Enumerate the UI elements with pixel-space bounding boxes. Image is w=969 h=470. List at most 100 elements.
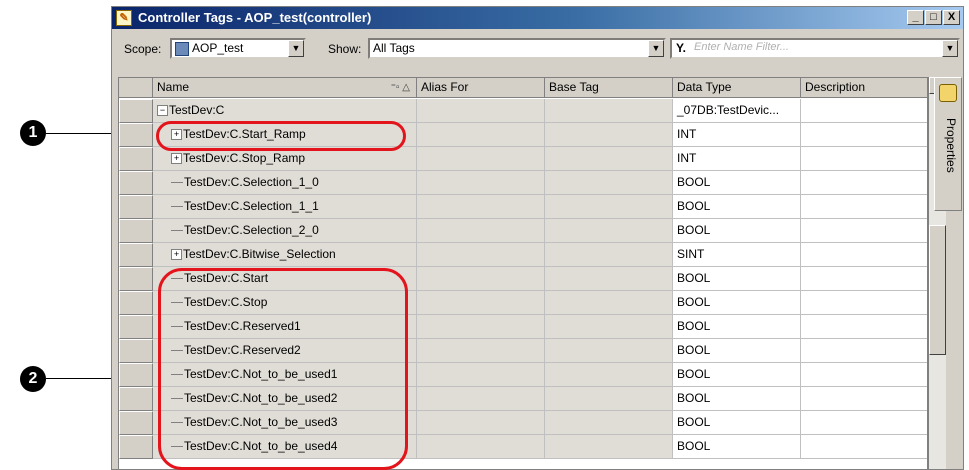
data-type-cell[interactable]: BOOL bbox=[673, 339, 801, 363]
description-cell[interactable] bbox=[801, 99, 927, 123]
description-cell[interactable] bbox=[801, 147, 927, 171]
alias-for-cell[interactable] bbox=[417, 267, 545, 291]
scroll-thumb[interactable] bbox=[929, 225, 946, 355]
description-cell[interactable] bbox=[801, 363, 927, 387]
base-tag-cell[interactable] bbox=[545, 123, 673, 147]
row-header[interactable] bbox=[119, 99, 153, 123]
base-tag-cell[interactable] bbox=[545, 363, 673, 387]
data-type-cell[interactable]: BOOL bbox=[673, 219, 801, 243]
data-type-cell[interactable]: BOOL bbox=[673, 291, 801, 315]
base-tag-cell[interactable] bbox=[545, 171, 673, 195]
tag-name-cell[interactable]: TestDev:C.Selection_1_1 bbox=[153, 195, 417, 219]
column-header-name[interactable]: Name ⁼▫ △ bbox=[153, 78, 417, 98]
base-tag-cell[interactable] bbox=[545, 99, 673, 123]
title-bar[interactable]: ✎ Controller Tags - AOP_test(controller)… bbox=[112, 7, 963, 29]
base-tag-cell[interactable] bbox=[545, 219, 673, 243]
column-header-base-tag[interactable]: Base Tag bbox=[545, 78, 673, 98]
row-header[interactable] bbox=[119, 363, 153, 387]
description-cell[interactable] bbox=[801, 267, 927, 291]
column-header-description[interactable]: Description bbox=[801, 78, 927, 98]
description-cell[interactable] bbox=[801, 219, 927, 243]
base-tag-cell[interactable] bbox=[545, 195, 673, 219]
row-header[interactable] bbox=[119, 123, 153, 147]
data-type-cell[interactable]: SINT bbox=[673, 243, 801, 267]
alias-for-cell[interactable] bbox=[417, 243, 545, 267]
base-tag-cell[interactable] bbox=[545, 243, 673, 267]
description-cell[interactable] bbox=[801, 243, 927, 267]
row-header[interactable] bbox=[119, 267, 153, 291]
data-type-cell[interactable]: BOOL bbox=[673, 315, 801, 339]
alias-for-cell[interactable] bbox=[417, 435, 545, 459]
alias-for-cell[interactable] bbox=[417, 363, 545, 387]
base-tag-cell[interactable] bbox=[545, 387, 673, 411]
tag-name-cell[interactable]: − TestDev:C bbox=[153, 99, 417, 123]
alias-for-cell[interactable] bbox=[417, 195, 545, 219]
row-header[interactable] bbox=[119, 435, 153, 459]
description-cell[interactable] bbox=[801, 339, 927, 363]
base-tag-cell[interactable] bbox=[545, 315, 673, 339]
base-tag-cell[interactable] bbox=[545, 267, 673, 291]
row-header[interactable] bbox=[119, 171, 153, 195]
base-tag-cell[interactable] bbox=[545, 291, 673, 315]
row-header[interactable] bbox=[119, 339, 153, 363]
name-filter-input[interactable]: Y. Enter Name Filter... ▼ bbox=[670, 38, 960, 59]
properties-tab[interactable]: Properties bbox=[934, 77, 962, 211]
tag-name-cell[interactable]: TestDev:C.Selection_2_0 bbox=[153, 219, 417, 243]
description-cell[interactable] bbox=[801, 291, 927, 315]
alias-for-cell[interactable] bbox=[417, 219, 545, 243]
collapse-icon[interactable]: − bbox=[157, 105, 168, 117]
description-cell[interactable] bbox=[801, 411, 927, 435]
data-type-cell[interactable]: INT bbox=[673, 147, 801, 171]
alias-for-cell[interactable] bbox=[417, 339, 545, 363]
data-type-cell[interactable]: INT bbox=[673, 123, 801, 147]
base-tag-cell[interactable] bbox=[545, 411, 673, 435]
base-tag-cell[interactable] bbox=[545, 435, 673, 459]
row-header[interactable] bbox=[119, 411, 153, 435]
description-cell[interactable] bbox=[801, 435, 927, 459]
row-header[interactable] bbox=[119, 195, 153, 219]
alias-for-cell[interactable] bbox=[417, 171, 545, 195]
chevron-down-icon[interactable]: ▼ bbox=[288, 40, 304, 57]
data-type-cell[interactable]: _07DB:TestDevic... bbox=[673, 99, 801, 123]
data-type-cell[interactable]: BOOL bbox=[673, 363, 801, 387]
chevron-down-icon[interactable]: ▼ bbox=[942, 40, 958, 57]
scope-select[interactable]: AOP_test ▼ bbox=[170, 38, 306, 59]
minimize-button[interactable]: _ bbox=[907, 10, 924, 25]
description-cell[interactable] bbox=[801, 171, 927, 195]
data-type-cell[interactable]: BOOL bbox=[673, 411, 801, 435]
column-header-alias-for[interactable]: Alias For bbox=[417, 78, 545, 98]
data-type-cell[interactable]: BOOL bbox=[673, 387, 801, 411]
base-tag-cell[interactable] bbox=[545, 339, 673, 363]
maximize-button[interactable]: □ bbox=[925, 10, 942, 25]
sort-icon[interactable]: ⁼▫ △ bbox=[391, 78, 410, 97]
description-cell[interactable] bbox=[801, 315, 927, 339]
tag-name-cell[interactable]: + TestDev:C.Bitwise_Selection bbox=[153, 243, 417, 267]
row-header[interactable] bbox=[119, 243, 153, 267]
tag-name-cell[interactable]: TestDev:C.Selection_1_0 bbox=[153, 171, 417, 195]
data-type-cell[interactable]: BOOL bbox=[673, 267, 801, 291]
show-select[interactable]: All Tags ▼ bbox=[368, 38, 666, 59]
alias-for-cell[interactable] bbox=[417, 99, 545, 123]
base-tag-cell[interactable] bbox=[545, 147, 673, 171]
data-type-cell[interactable]: BOOL bbox=[673, 195, 801, 219]
row-header[interactable] bbox=[119, 387, 153, 411]
description-cell[interactable] bbox=[801, 123, 927, 147]
alias-for-cell[interactable] bbox=[417, 411, 545, 435]
expand-icon[interactable]: + bbox=[171, 153, 182, 165]
alias-for-cell[interactable] bbox=[417, 315, 545, 339]
row-header[interactable] bbox=[119, 291, 153, 315]
row-header[interactable] bbox=[119, 147, 153, 171]
data-type-cell[interactable]: BOOL bbox=[673, 171, 801, 195]
description-cell[interactable] bbox=[801, 195, 927, 219]
column-header-data-type[interactable]: Data Type bbox=[673, 78, 801, 98]
row-header[interactable] bbox=[119, 219, 153, 243]
alias-for-cell[interactable] bbox=[417, 147, 545, 171]
close-button[interactable]: X bbox=[943, 10, 960, 25]
expand-icon[interactable]: + bbox=[171, 249, 182, 261]
alias-for-cell[interactable] bbox=[417, 123, 545, 147]
data-type-cell[interactable]: BOOL bbox=[673, 435, 801, 459]
chevron-down-icon[interactable]: ▼ bbox=[648, 40, 664, 57]
description-cell[interactable] bbox=[801, 387, 927, 411]
alias-for-cell[interactable] bbox=[417, 291, 545, 315]
alias-for-cell[interactable] bbox=[417, 387, 545, 411]
